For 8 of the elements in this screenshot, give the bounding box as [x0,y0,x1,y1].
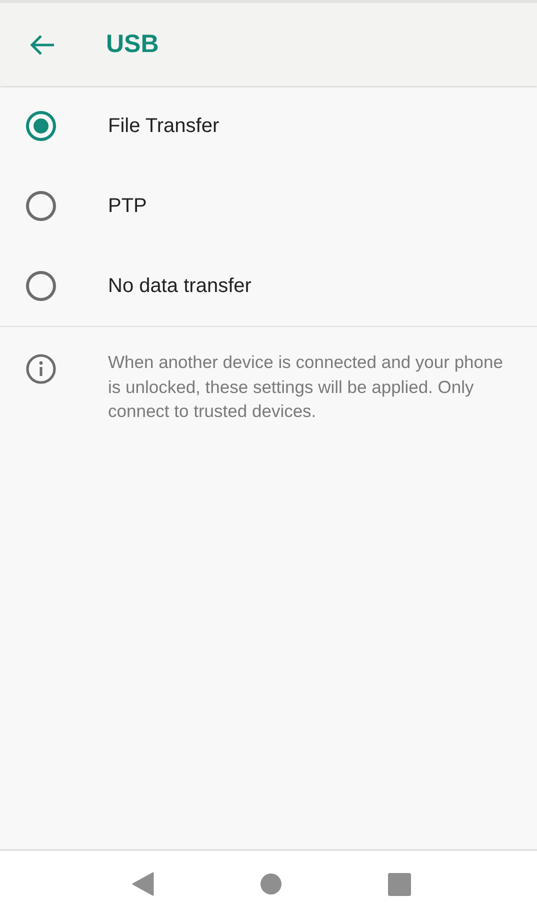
radio-option[interactable]: No data transfer [0,246,537,326]
option-label: No data transfer [108,274,252,298]
radio-option[interactable]: PTP [0,166,537,246]
page-title: USB [106,30,159,59]
radio-option[interactable]: File Transfer [0,86,537,166]
info-text: When another device is connected and your phone is unlocked, these settings will be applied. Only connect to trusted devices. [108,351,504,423]
option-label: PTP [108,194,147,218]
option-label: File Transfer [108,114,220,138]
